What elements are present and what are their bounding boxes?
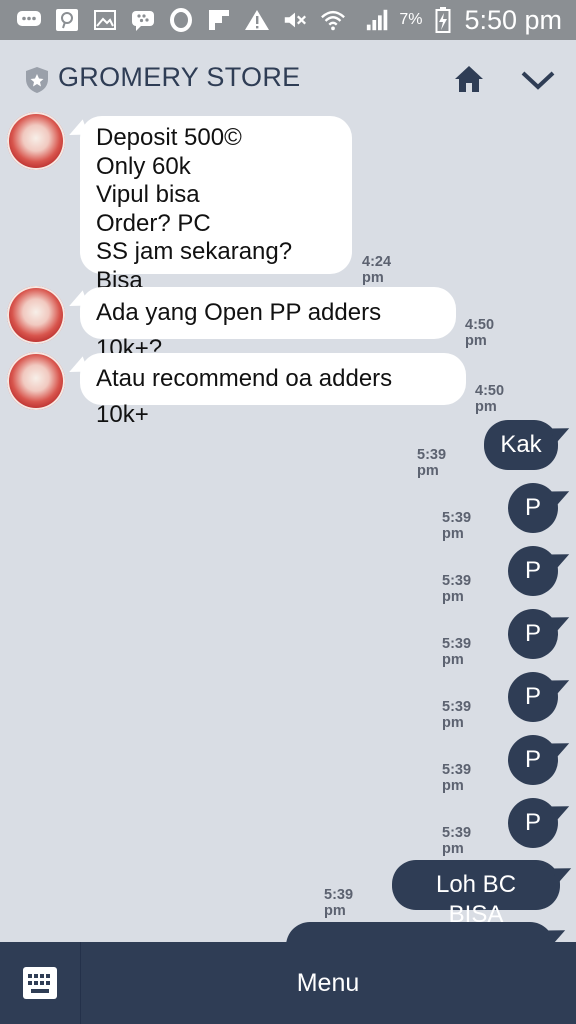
message-bubble[interactable]: P (508, 672, 558, 722)
message-text: P (524, 494, 541, 521)
message-text: P (524, 620, 541, 647)
message-bubble[interactable]: P (508, 609, 558, 659)
status-bar: 7% 5:50 pm (0, 0, 576, 40)
chevron-down-icon[interactable] (520, 66, 556, 94)
store-avatar[interactable] (7, 352, 65, 410)
chat-header: GROMERY STORE (0, 40, 576, 116)
message-bubble[interactable]: Ada yang Open PP adders 10k+? (80, 287, 456, 362)
message-time: 4:50 pm (465, 317, 495, 349)
message-time: 5:39 pm (324, 887, 354, 919)
warning-icon (244, 7, 270, 33)
gallery-icon (92, 7, 118, 33)
message-line: Order? PC (96, 209, 211, 237)
chat-title: GROMERY STORE (58, 62, 301, 92)
bottom-bar: Menu (0, 942, 576, 1024)
store-avatar[interactable] (7, 286, 65, 344)
message-line: Vipul bisa (96, 181, 200, 208)
message-bubble[interactable]: Atau recommend oa adders 10k+ (80, 353, 466, 428)
battery-icon (430, 7, 456, 33)
message-time: 5:39 pm (442, 573, 472, 605)
message-time: 4:24 pm (362, 254, 392, 286)
message-time: 5:39 pm (442, 510, 472, 542)
opera-icon (168, 7, 194, 33)
message-time: 5:39 pm (442, 699, 472, 731)
bbm-icon (130, 7, 156, 33)
message-text: Kak (500, 431, 542, 458)
message-time: 5:39 pm (417, 447, 447, 479)
message-text: Atau recommend oa adders 10k+ (96, 365, 393, 428)
battery-percent: 7% (399, 11, 423, 28)
status-time: 5:50 pm (464, 4, 562, 35)
keyboard-button[interactable] (0, 942, 81, 1024)
shield-star-icon (24, 66, 50, 94)
chat-icon (16, 7, 42, 33)
message-bubble[interactable]: P (508, 798, 558, 848)
message-time: 5:39 pm (442, 636, 472, 668)
signal-icon (365, 7, 391, 33)
message-bubble[interactable]: Kak (484, 420, 558, 470)
message-text: Loh BC BISA (435, 871, 517, 928)
message-line: Only 60k (96, 152, 191, 180)
home-icon[interactable] (452, 62, 486, 96)
message-time: 5:39 pm (442, 825, 472, 857)
message-time: 4:50 pm (475, 383, 505, 415)
flipboard-icon (206, 7, 232, 33)
message-line: Deposit 500© (96, 124, 242, 151)
message-text: P (524, 683, 541, 710)
message-bubble[interactable]: P (508, 546, 558, 596)
message-time: 5:39 pm (442, 762, 472, 794)
message-text: P (524, 557, 541, 584)
status-right: 7% 5:50 pm (365, 0, 562, 40)
message-bubble[interactable]: Loh BC BISA (392, 860, 560, 928)
store-avatar[interactable] (7, 112, 65, 170)
keyboard-icon (22, 966, 58, 1000)
notification-icons (16, 6, 346, 34)
wifi-icon (320, 7, 346, 33)
pinterest-icon (54, 7, 80, 33)
menu-button[interactable]: Menu (80, 942, 576, 1024)
message-bubble[interactable]: P (508, 735, 558, 785)
message-bubble[interactable]: P (508, 483, 558, 533)
mute-icon (282, 7, 308, 33)
message-bubble[interactable]: Deposit 500© Only 60k Vipul bisa Order? … (80, 116, 352, 294)
message-text: P (524, 809, 541, 836)
message-text: P (524, 746, 541, 773)
